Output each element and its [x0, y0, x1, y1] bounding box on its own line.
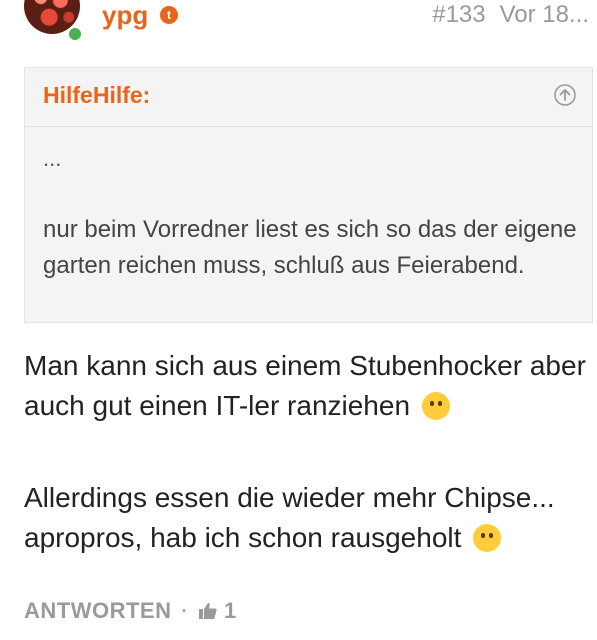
- winking-face-emoji: [473, 524, 502, 552]
- reply-button[interactable]: ANTWORTEN: [24, 598, 171, 624]
- separator: ·: [181, 600, 188, 621]
- arrow-up-circle-icon[interactable]: [554, 84, 576, 106]
- quote-block: HilfeHilfe: ... nur beim Vorredner liest…: [24, 67, 593, 323]
- quote-ellipsis: ...: [43, 146, 62, 171]
- post-content: Man kann sich aus einem Stubenhocker abe…: [24, 346, 594, 558]
- username[interactable]: ypg: [102, 0, 148, 30]
- user-badge-icon: t: [160, 6, 178, 24]
- like-count: 1: [223, 598, 237, 623]
- post-paragraph: Allerdings essen die wieder mehr Chipse.…: [24, 478, 594, 558]
- quote-text-content: nur beim Vorredner liest es sich so das …: [43, 216, 577, 279]
- thinking-face-emoji: [421, 392, 450, 420]
- post-header: ypg t #133 Vor 18...: [0, 0, 597, 50]
- post-number[interactable]: #133: [432, 1, 485, 28]
- quote-text: nur beim Vorredner liest es sich so das …: [43, 188, 582, 308]
- paragraph-text: Man kann sich aus einem Stubenhocker abe…: [24, 350, 586, 421]
- online-status-icon: [67, 26, 83, 42]
- quote-header: HilfeHilfe:: [25, 68, 592, 127]
- post-time: Vor 18...: [499, 1, 589, 28]
- thumbs-up-icon[interactable]: [198, 601, 218, 621]
- post-paragraph: Man kann sich aus einem Stubenhocker abe…: [24, 346, 594, 426]
- post-meta: #133 Vor 18...: [432, 0, 589, 30]
- post-footer: ANTWORTEN · 1: [24, 596, 237, 626]
- quote-author[interactable]: HilfeHilfe:: [43, 82, 150, 109]
